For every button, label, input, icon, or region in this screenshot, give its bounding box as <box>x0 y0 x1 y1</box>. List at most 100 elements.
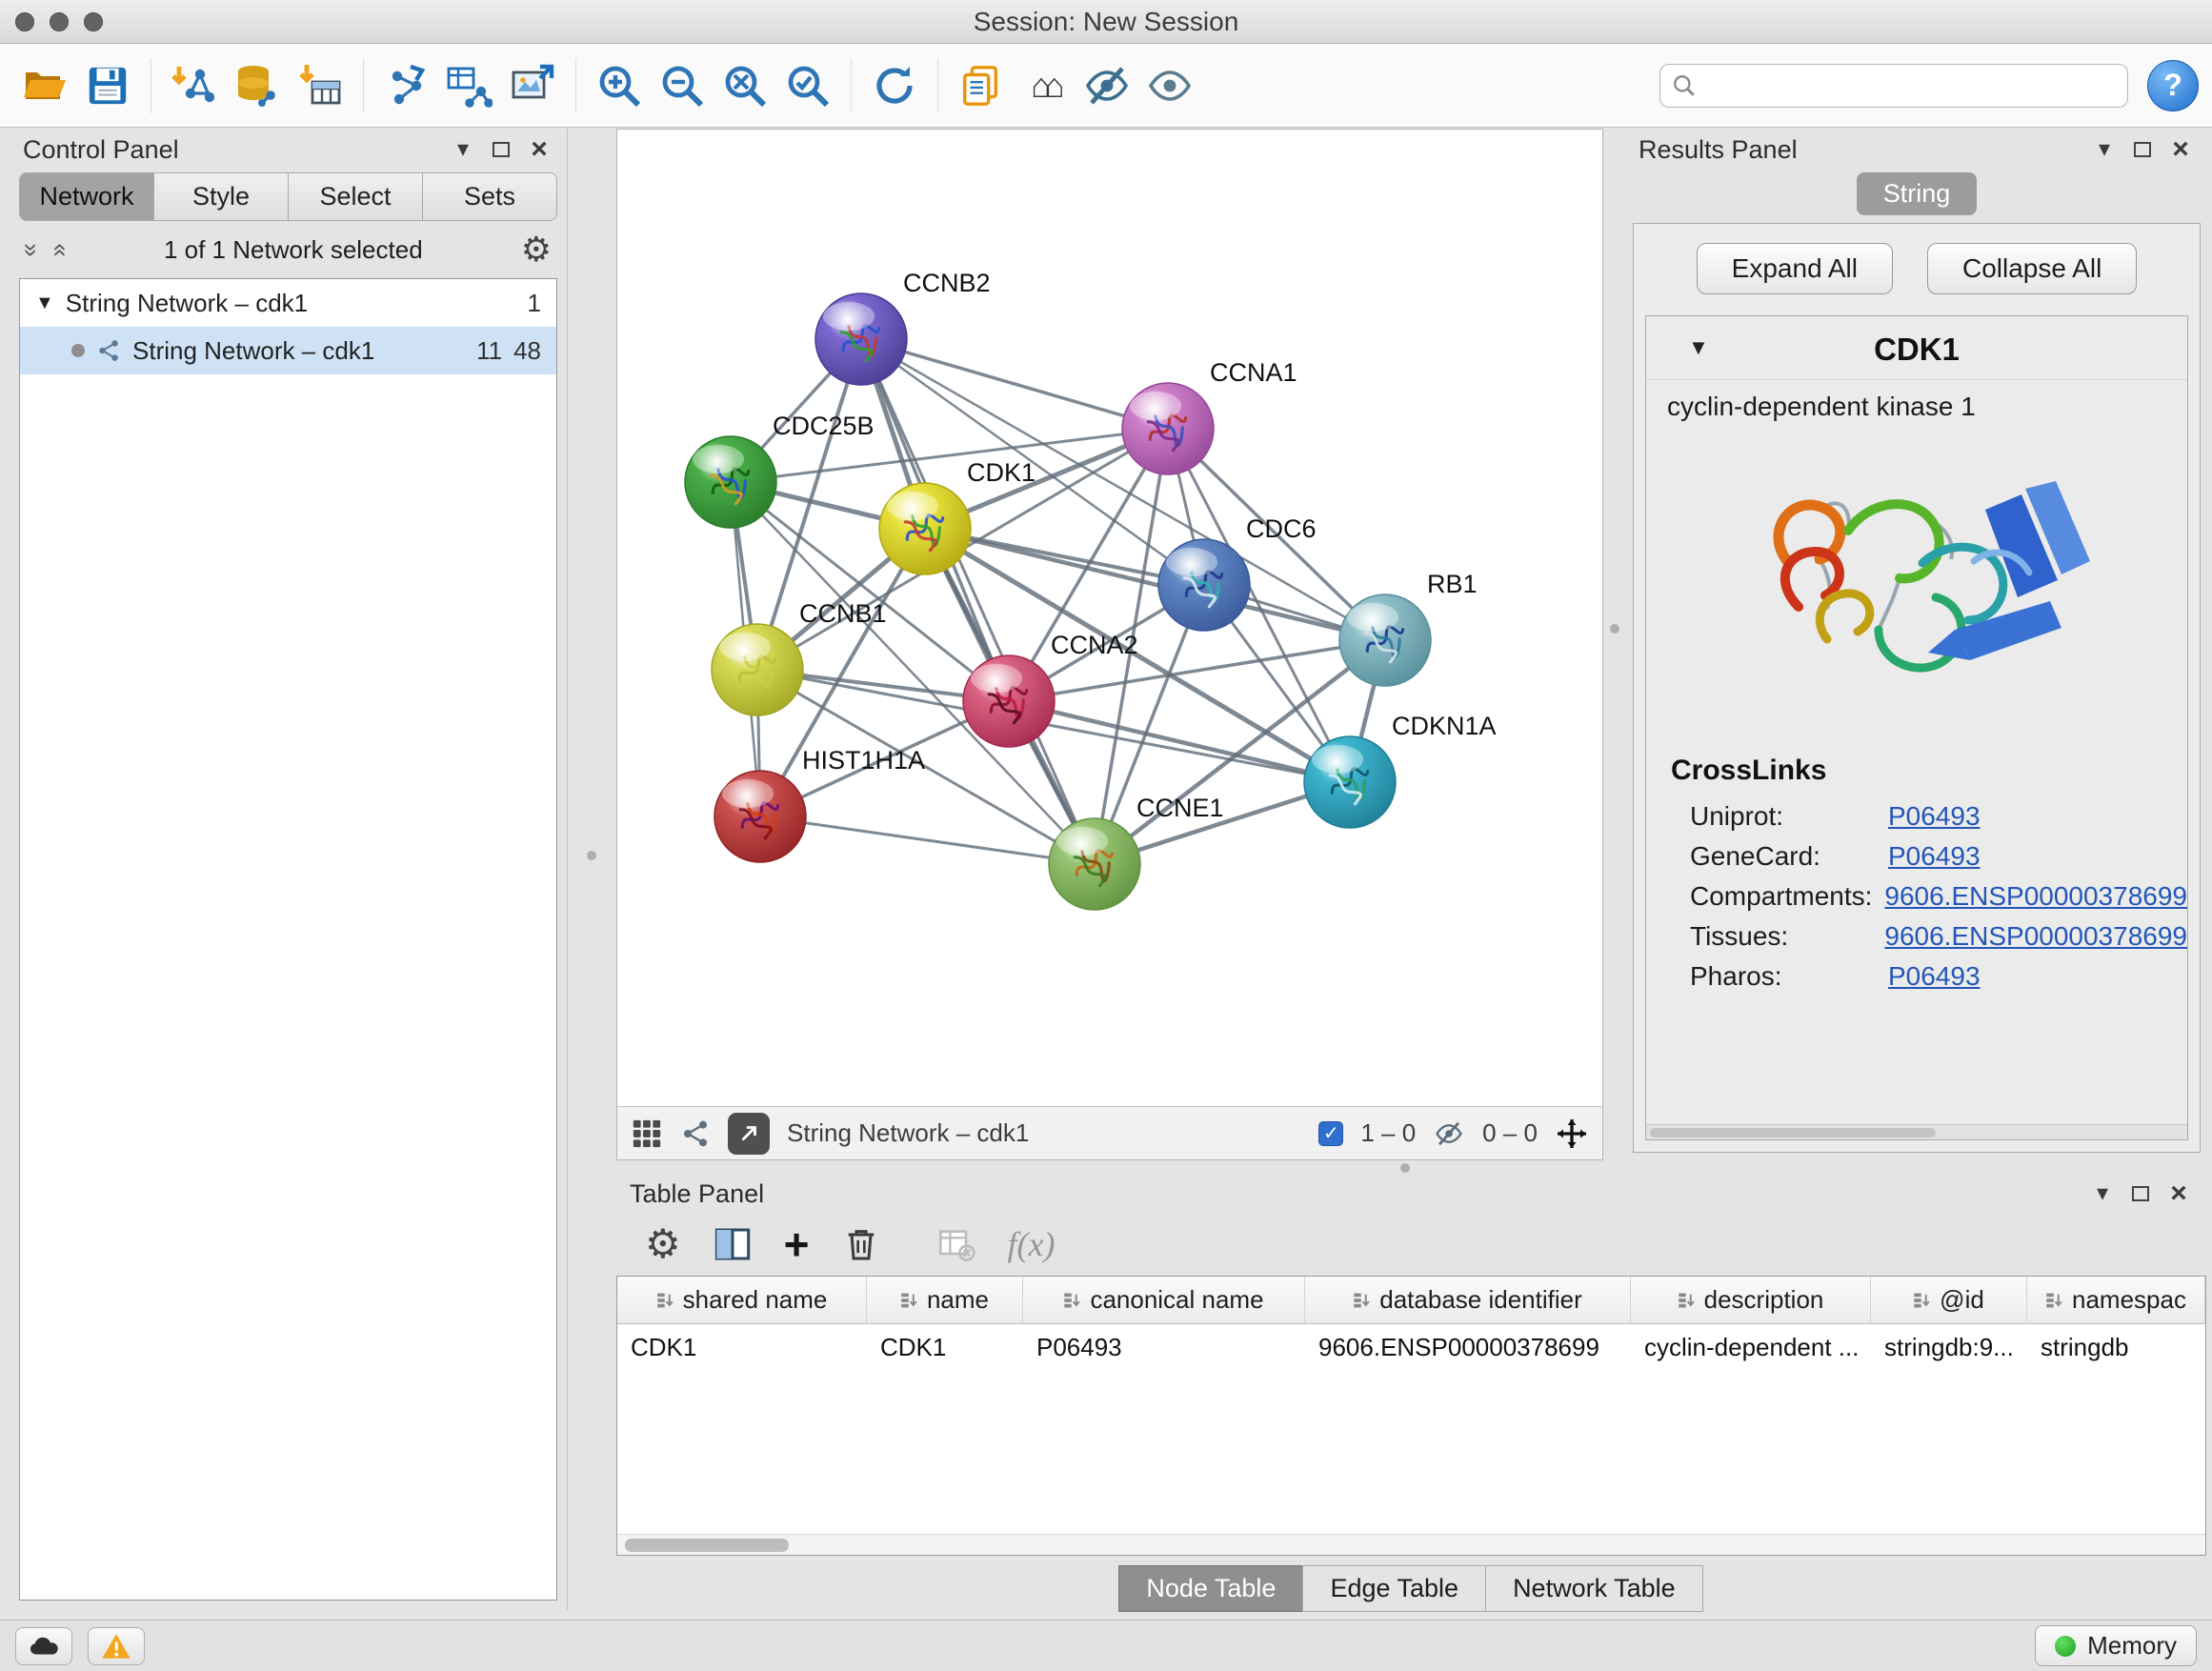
column-header[interactable]: database identifier <box>1305 1277 1631 1324</box>
network-node-CDC6[interactable] <box>1158 539 1250 631</box>
open-session-button[interactable] <box>13 54 76 117</box>
network-share-view-icon[interactable] <box>680 1118 711 1149</box>
import-database-button[interactable] <box>226 54 289 117</box>
table-horizontal-scrollbar[interactable] <box>617 1534 2205 1555</box>
pharos-link[interactable]: P06493 <box>1888 961 1981 992</box>
network-edge[interactable] <box>925 529 1385 640</box>
column-header[interactable]: canonical name <box>1023 1277 1305 1324</box>
network-collection-row[interactable]: ▼ String Network – cdk1 1 <box>20 279 556 327</box>
tab-edge-table[interactable]: Edge Table <box>1302 1565 1486 1612</box>
selection-checkbox-icon[interactable]: ✓ <box>1318 1121 1343 1146</box>
expand-all-tree-icon[interactable]: » <box>17 243 47 256</box>
tab-string[interactable]: String <box>1857 172 1978 215</box>
save-session-button[interactable] <box>76 54 139 117</box>
network-node-CCNE1[interactable] <box>1049 818 1140 910</box>
tree-expand-caret-icon[interactable]: ▼ <box>35 292 54 314</box>
delete-column-trash-icon[interactable] <box>842 1225 880 1263</box>
cell-shared-name[interactable]: CDK1 <box>617 1324 867 1371</box>
expand-all-button[interactable]: Expand All <box>1697 243 1893 294</box>
birds-eye-crosshair-icon[interactable] <box>1555 1117 1589 1151</box>
tissues-link[interactable]: 9606.ENSP00000378699 <box>1884 921 2187 952</box>
show-graphics-details-button[interactable] <box>1138 54 1201 117</box>
warnings-button[interactable] <box>88 1627 145 1665</box>
import-network-button[interactable] <box>163 54 226 117</box>
uniprot-link[interactable]: P06493 <box>1888 801 1981 832</box>
network-canvas[interactable]: CCNB2CCNA1CDC25BCDK1CDC6RB1CCNB1CCNA2CDK… <box>617 130 1602 1106</box>
cell-database-identifier[interactable]: 9606.ENSP00000378699 <box>1305 1324 1631 1371</box>
compartments-link[interactable]: 9606.ENSP00000378699 <box>1884 881 2187 912</box>
column-header[interactable]: description <box>1631 1277 1871 1324</box>
network-node-HIST1H1A[interactable] <box>714 771 806 862</box>
grid-view-icon[interactable] <box>631 1117 663 1150</box>
help-button[interactable]: ? <box>2147 60 2199 111</box>
panel-float-icon[interactable] <box>2126 1186 2155 1201</box>
refresh-button[interactable] <box>863 54 926 117</box>
column-header[interactable]: @id <box>1871 1277 2027 1324</box>
import-table-button[interactable] <box>289 54 352 117</box>
network-arrows-button[interactable] <box>375 54 438 117</box>
zoom-out-button[interactable] <box>651 54 714 117</box>
cell-canonical-name[interactable]: P06493 <box>1023 1324 1305 1371</box>
panel-menu-icon[interactable]: ▾ <box>449 138 477 161</box>
cell-name[interactable]: CDK1 <box>867 1324 1023 1371</box>
tab-node-table[interactable]: Node Table <box>1118 1565 1303 1612</box>
vertical-splitter-handle[interactable] <box>1610 624 1619 634</box>
network-edge[interactable] <box>760 816 1095 864</box>
zoom-in-button[interactable] <box>588 54 651 117</box>
network-node-CCNB1[interactable] <box>712 624 803 715</box>
network-node-RB1[interactable] <box>1339 594 1431 686</box>
vertical-splitter-handle[interactable] <box>587 851 596 860</box>
results-horizontal-scrollbar[interactable] <box>1646 1124 2187 1139</box>
column-header[interactable]: name <box>867 1277 1023 1324</box>
home-button[interactable]: ⌂⌂ <box>1013 54 1076 117</box>
network-node-CDKN1A[interactable] <box>1304 736 1396 828</box>
scrollbar-thumb[interactable] <box>625 1539 789 1552</box>
panel-float-icon[interactable] <box>487 142 515 157</box>
network-node-CCNA2[interactable] <box>963 655 1055 747</box>
panel-menu-icon[interactable]: ▾ <box>2090 138 2119 161</box>
panel-float-icon[interactable] <box>2128 142 2157 157</box>
cell-namespace[interactable]: stringdb <box>2027 1324 2205 1371</box>
cloud-button[interactable] <box>15 1627 72 1665</box>
collapse-all-tree-icon[interactable]: » <box>44 243 73 256</box>
network-edge[interactable] <box>861 339 1168 429</box>
hidden-eye-slash-icon[interactable] <box>1433 1119 1465 1148</box>
column-header[interactable]: shared name <box>617 1277 867 1324</box>
cell-id[interactable]: stringdb:9... <box>1871 1324 2027 1371</box>
export-image-button[interactable] <box>501 54 564 117</box>
genecard-link[interactable]: P06493 <box>1888 841 1981 872</box>
horizontal-splitter-handle[interactable] <box>1400 1163 1410 1173</box>
network-options-gear-icon[interactable]: ⚙ <box>521 232 552 267</box>
collapse-all-button[interactable]: Collapse All <box>1927 243 2137 294</box>
copy-button[interactable] <box>950 54 1013 117</box>
column-header[interactable]: namespac <box>2027 1277 2205 1324</box>
panel-close-icon[interactable]: × <box>525 135 553 164</box>
network-table-button[interactable] <box>438 54 501 117</box>
network-edge[interactable] <box>861 339 1095 864</box>
hide-graphics-details-button[interactable] <box>1076 54 1138 117</box>
tab-sets[interactable]: Sets <box>423 172 557 221</box>
collapse-section-caret-icon[interactable]: ▼ <box>1688 335 1709 360</box>
scrollbar-thumb[interactable] <box>1650 1128 1936 1137</box>
show-columns-icon[interactable] <box>714 1225 752 1263</box>
panel-close-icon[interactable]: × <box>2164 1179 2193 1208</box>
zoom-fit-button[interactable] <box>714 54 776 117</box>
table-row[interactable]: CDK1 CDK1 P06493 9606.ENSP00000378699 cy… <box>617 1324 2205 1371</box>
panel-close-icon[interactable]: × <box>2166 135 2195 164</box>
network-node-CCNA1[interactable] <box>1122 383 1214 474</box>
tab-select[interactable]: Select <box>289 172 423 221</box>
tab-network[interactable]: Network <box>19 172 154 221</box>
gene-section-header[interactable]: ▼ CDK1 <box>1646 316 2187 380</box>
table-settings-gear-icon[interactable]: ⚙ <box>645 1224 681 1264</box>
network-node-CDC25B[interactable] <box>685 436 776 528</box>
memory-button[interactable]: Memory <box>2035 1625 2197 1666</box>
add-column-plus-icon[interactable]: + <box>784 1222 810 1266</box>
network-node-CDK1[interactable] <box>879 483 971 574</box>
cell-description[interactable]: cyclin-dependent ... <box>1631 1324 1871 1371</box>
tab-style[interactable]: Style <box>154 172 289 221</box>
detach-view-button[interactable] <box>728 1113 770 1155</box>
panel-menu-icon[interactable]: ▾ <box>2088 1182 2117 1205</box>
network-row[interactable]: String Network – cdk1 11 48 <box>20 327 556 374</box>
zoom-selected-button[interactable] <box>776 54 839 117</box>
tab-network-table[interactable]: Network Table <box>1485 1565 1703 1612</box>
